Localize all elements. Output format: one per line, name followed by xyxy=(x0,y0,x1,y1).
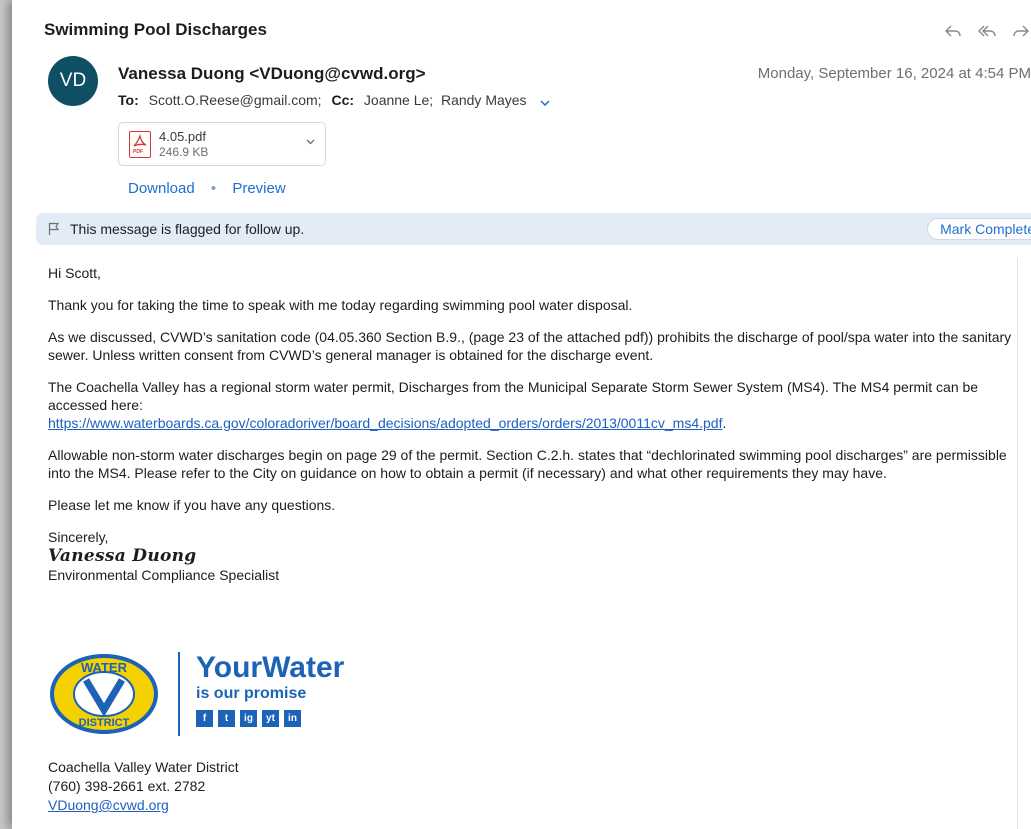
signature-name: Vanessa Duong xyxy=(48,546,197,566)
brand-line-1: YourWater xyxy=(196,651,345,684)
water-district-seal-icon: WATER DISTRICT xyxy=(50,654,158,734)
flag-icon xyxy=(48,222,60,236)
reply-icon[interactable] xyxy=(943,22,963,40)
phone-number: (760) 398-2661 ext. 2782 xyxy=(48,778,206,794)
paragraph-3-end: . xyxy=(722,415,727,431)
seal-top-text: WATER xyxy=(81,660,128,675)
paragraph-2: As we discussed, CVWD’s sanitation code … xyxy=(48,329,1012,363)
cc-label: Cc: xyxy=(331,92,355,108)
attachment-menu-chevron-icon[interactable] xyxy=(306,136,315,148)
reply-all-icon[interactable] xyxy=(977,22,997,40)
to-recipient[interactable]: Scott.O.Reese@gmail.com; xyxy=(149,92,322,108)
flag-banner: This message is flagged for follow up. M… xyxy=(36,213,1031,245)
seal-bottom-text: DISTRICT xyxy=(79,717,130,729)
paragraph-4: Allowable non-storm water discharges beg… xyxy=(48,447,1007,481)
closing: Sincerely, xyxy=(48,529,109,545)
pdf-file-icon: PDF xyxy=(129,131,151,158)
message-actions xyxy=(943,22,1031,40)
paragraph-5: Please let me know if you have any quest… xyxy=(48,497,336,513)
mark-complete-button[interactable]: Mark Complete xyxy=(927,218,1031,240)
organization-name: Coachella Valley Water District xyxy=(48,759,239,775)
expand-recipients-chevron-icon[interactable] xyxy=(540,93,550,109)
facebook-icon[interactable]: f xyxy=(196,710,213,727)
linkedin-icon[interactable]: in xyxy=(284,710,301,727)
attachment-links: Download • Preview xyxy=(128,180,286,197)
social-links: f t ig yt in xyxy=(196,710,301,727)
flag-text: This message is flagged for follow up. xyxy=(70,221,305,237)
paragraph-3-text: The Coachella Valley has a regional stor… xyxy=(48,379,979,413)
signature-title: Environmental Compliance Specialist xyxy=(48,567,280,583)
attachment-size: 246.9 KB xyxy=(159,145,209,159)
cc-recipients[interactable]: Joanne Le; Randy Mayes xyxy=(364,92,527,108)
paragraph-1: Thank you for taking the time to speak w… xyxy=(48,297,633,313)
logo-divider xyxy=(178,652,180,736)
recipients-line: To: Scott.O.Reese@gmail.com; Cc: Joanne … xyxy=(118,92,550,109)
contact-email-link[interactable]: VDuong@cvwd.org xyxy=(48,797,169,813)
paragraph-3: The Coachella Valley has a regional stor… xyxy=(48,378,1023,432)
message-body: Hi Scott, Thank you for taking the time … xyxy=(48,264,1023,584)
permit-link[interactable]: https://www.waterboards.ca.gov/colorador… xyxy=(48,415,722,431)
forward-icon[interactable] xyxy=(1011,22,1031,40)
greeting: Hi Scott, xyxy=(48,265,101,281)
instagram-icon[interactable]: ig xyxy=(240,710,257,727)
sender-name[interactable]: Vanessa Duong <VDuong@cvwd.org> xyxy=(118,64,426,84)
contact-block: Coachella Valley Water District (760) 39… xyxy=(48,758,239,815)
avatar[interactable]: VD xyxy=(48,56,98,106)
twitter-icon[interactable]: t xyxy=(218,710,235,727)
email-subject: Swimming Pool Discharges xyxy=(44,20,267,39)
attachment-name: 4.05.pdf xyxy=(159,129,206,144)
signature-block: Sincerely, Vanessa Duong Environmental C… xyxy=(48,528,1023,584)
attachment-card[interactable]: PDF 4.05.pdf 246.9 KB xyxy=(118,122,326,166)
to-label: To: xyxy=(118,92,139,108)
email-window: Swimming Pool Discharges VD Vanessa Duon… xyxy=(12,0,1031,829)
pdf-icon-label: PDF xyxy=(133,149,143,155)
link-separator: • xyxy=(210,180,217,197)
district-logo: WATER DISTRICT YourWater is our promise … xyxy=(48,652,344,736)
download-link[interactable]: Download xyxy=(128,180,195,197)
preview-link[interactable]: Preview xyxy=(232,180,285,197)
youtube-icon[interactable]: yt xyxy=(262,710,279,727)
brand-line-2: is our promise xyxy=(196,685,307,702)
email-date: Monday, September 16, 2024 at 4:54 PM xyxy=(757,65,1031,82)
